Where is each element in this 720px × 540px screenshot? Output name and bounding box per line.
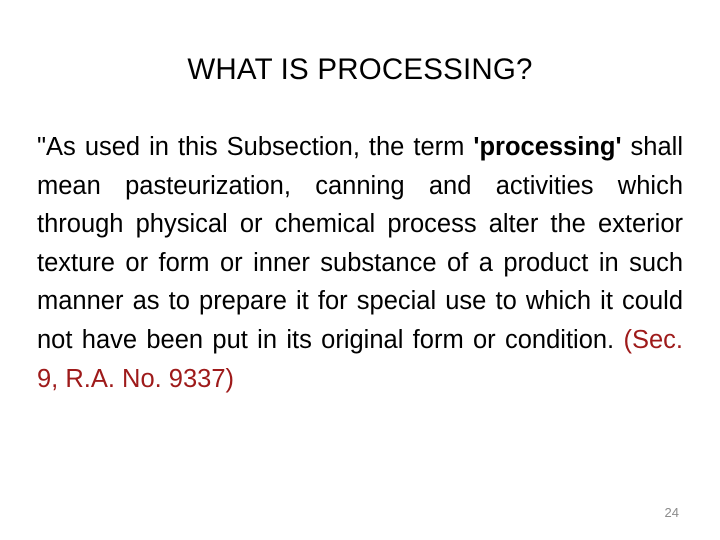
definition-lead-in: "As used in this Subsection, the term	[37, 133, 474, 161]
slide-page-number: 24	[664, 505, 679, 520]
presentation-slide: WHAT IS PROCESSING? "As used in this Sub…	[0, 0, 720, 540]
page-title: WHAT IS PROCESSING?	[187, 53, 533, 86]
definition-continuation: shall mean pasteurization, canning and a…	[37, 133, 683, 354]
emphasized-term-processing: 'processing'	[473, 133, 622, 161]
body-text-block: "As used in this Subsection, the term 'p…	[37, 128, 683, 398]
definition-paragraph: "As used in this Subsection, the term 'p…	[37, 128, 683, 398]
